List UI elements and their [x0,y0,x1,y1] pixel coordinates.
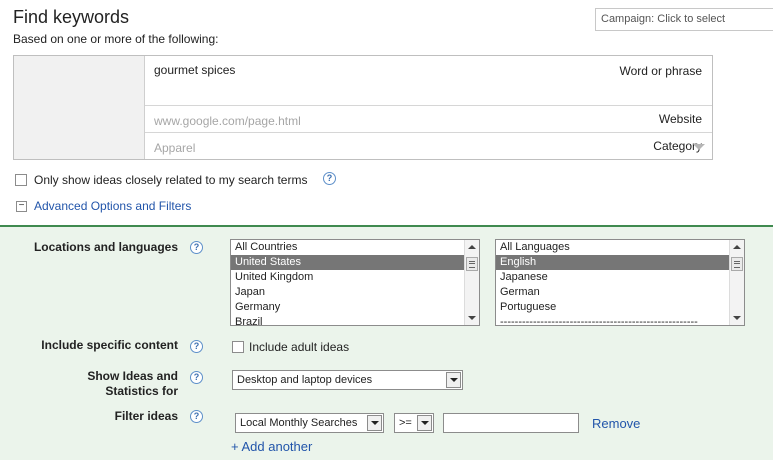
minus-icon[interactable]: − [16,201,27,212]
help-icon[interactable]: ? [190,340,203,353]
closely-related-label: Only show ideas closely related to my se… [34,173,308,187]
show-ideas-label-line2: Statistics for [105,384,178,398]
closely-related-checkbox[interactable] [15,174,27,186]
chevron-down-icon[interactable] [693,144,705,150]
remove-filter-link[interactable]: Remove [592,416,640,431]
list-item[interactable]: Germany [231,300,479,315]
languages-listbox[interactable]: All Languages English Japanese German Portug… [495,239,745,326]
page-title: Find keywords [13,7,130,27]
list-item[interactable]: German [496,285,744,300]
chevron-down-icon[interactable] [417,415,432,431]
filter-value-input[interactable] [443,413,579,433]
form-divider [145,105,712,106]
word-or-phrase-input[interactable]: gourmet spices [154,63,235,77]
list-item[interactable]: Japanese [496,270,744,285]
website-input[interactable]: www.google.com/page.html [154,114,301,128]
locations-listbox[interactable]: All Countries United States United Kingdom… [230,239,480,326]
category-dropdown[interactable]: Apparel [154,141,195,155]
list-item[interactable]: Portuguese [496,300,744,315]
locations-languages-label: Locations and languages [33,240,178,254]
chevron-down-icon[interactable] [367,415,382,431]
scroll-up-icon[interactable] [733,245,741,249]
scrollbar[interactable] [729,240,744,325]
list-item[interactable]: United Kingdom [231,270,479,285]
filter-metric-select[interactable]: Local Monthly Searches [235,413,384,433]
list-item[interactable]: Brazil [231,315,479,325]
scroll-thumb[interactable] [466,257,478,271]
keyword-form: Word or phrase gourmet spices Website ww… [13,55,713,160]
advanced-options-toggle[interactable]: Advanced Options and Filters [34,199,191,213]
adult-ideas-checkbox[interactable] [232,341,244,353]
add-another-filter-link[interactable]: + Add another [231,439,312,454]
list-item[interactable]: ----------------------------------------… [496,315,744,325]
list-item[interactable]: All Languages [496,240,744,255]
page-subtitle: Based on one or more of the following: [13,32,219,46]
help-icon[interactable]: ? [323,172,336,185]
word-or-phrase-label: Word or phrase [619,64,702,78]
filter-ideas-label: Filter ideas [114,409,178,423]
scroll-up-icon[interactable] [468,245,476,249]
scrollbar[interactable] [464,240,479,325]
help-icon[interactable]: ? [190,241,203,254]
list-item[interactable]: English [496,255,744,270]
help-icon[interactable]: ? [190,371,203,384]
adult-ideas-label: Include adult ideas [249,340,350,354]
list-item[interactable]: United States [231,255,479,270]
website-label: Website [658,112,702,126]
device-select[interactable]: Desktop and laptop devices [232,370,463,390]
filter-operator-value: >= [399,417,412,429]
scroll-down-icon[interactable] [468,316,476,320]
form-label-column [14,56,145,159]
campaign-selector[interactable]: Campaign: Click to select [595,8,773,31]
list-item[interactable]: All Countries [231,240,479,255]
help-icon[interactable]: ? [190,410,203,423]
filter-metric-value: Local Monthly Searches [240,417,358,429]
show-ideas-label-line1: Show Ideas and [87,369,178,383]
specific-content-label: Include specific content [41,338,178,352]
scroll-thumb[interactable] [731,257,743,271]
chevron-down-icon[interactable] [446,372,461,388]
device-select-value: Desktop and laptop devices [237,374,373,386]
list-item[interactable]: Japan [231,285,479,300]
scroll-down-icon[interactable] [733,316,741,320]
form-divider [145,132,712,133]
filter-operator-select[interactable]: >= [394,413,434,433]
